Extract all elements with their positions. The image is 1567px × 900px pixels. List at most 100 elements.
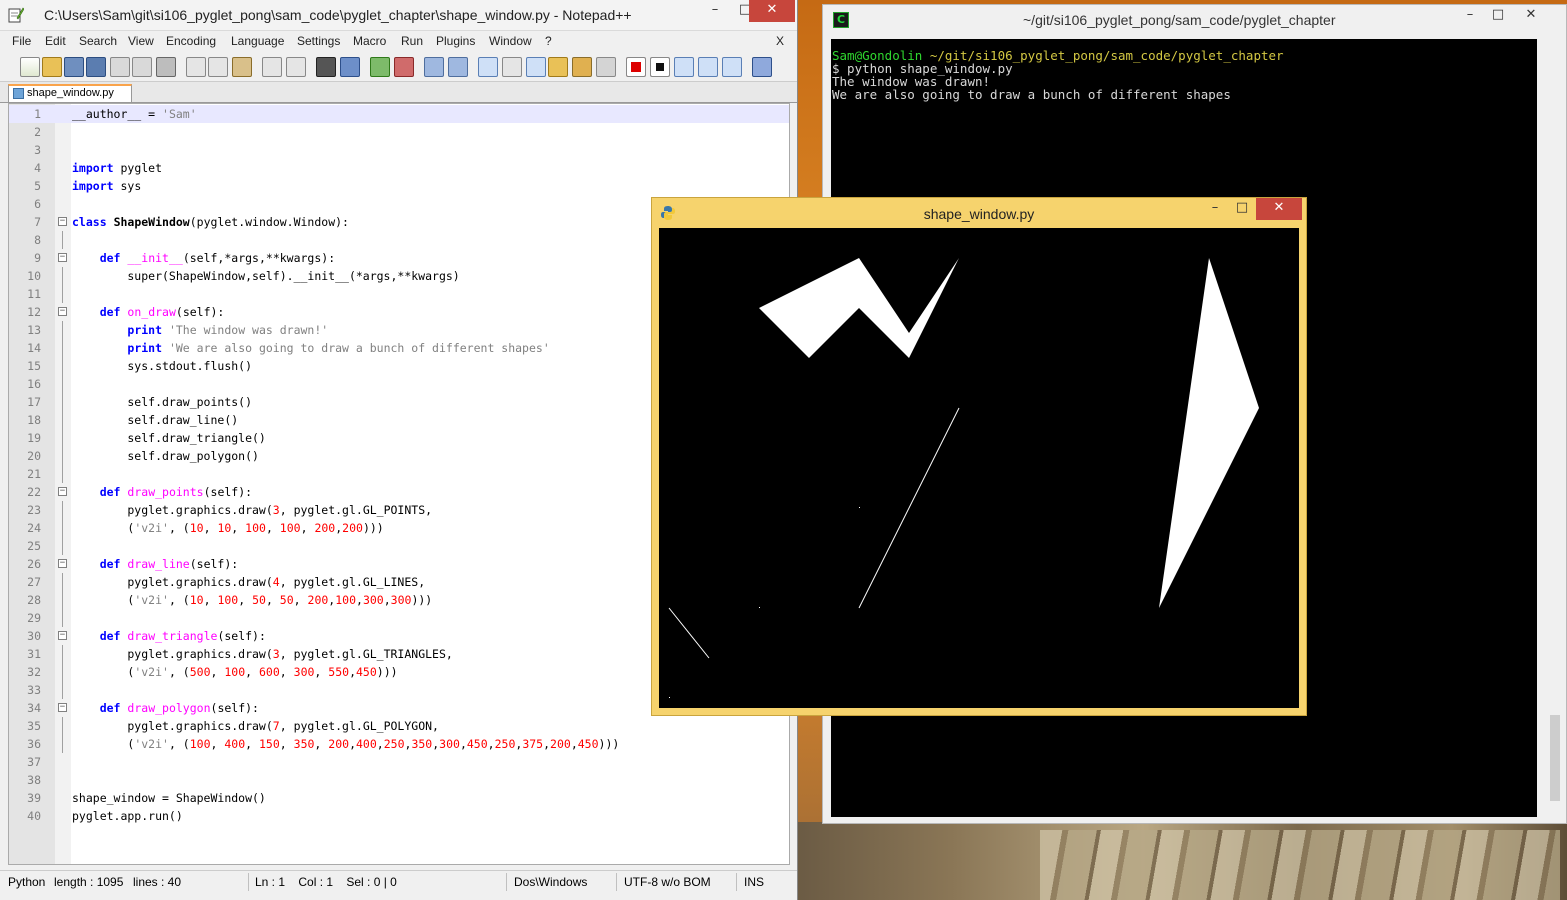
copy-icon[interactable]	[208, 57, 228, 77]
code-line[interactable]: 3	[9, 141, 789, 159]
open-file-icon[interactable]	[42, 57, 62, 77]
statusbar: Python length : 1095 lines : 40 Ln : 1 C…	[0, 870, 797, 895]
tab-shape-window[interactable]: shape_window.py	[8, 84, 132, 102]
code-line[interactable]: 2	[9, 123, 789, 141]
code-line[interactable]: 4 import pyglet	[9, 159, 789, 177]
pyglet-maximize-button[interactable]: □	[1227, 198, 1257, 220]
show-all-chars-icon[interactable]	[502, 57, 522, 77]
new-file-icon[interactable]	[20, 57, 40, 77]
code-text: self.draw_points()	[72, 395, 253, 409]
code-line[interactable]: 38	[9, 771, 789, 789]
menu-window[interactable]: Window	[489, 34, 532, 48]
code-line[interactable]: 40 pyglet.app.run()	[9, 807, 789, 825]
spell-check-icon[interactable]	[752, 57, 772, 77]
code-line[interactable]: 1 __author__ = 'Sam'	[9, 105, 789, 123]
notepad-titlebar[interactable]: C:\Users\Sam\git\si106_pyglet_pong\sam_c…	[0, 0, 797, 31]
doc-map-icon[interactable]	[572, 57, 592, 77]
code-text: self.draw_line()	[72, 413, 239, 427]
menu-encoding[interactable]: Encoding	[166, 34, 216, 48]
find-icon[interactable]	[316, 57, 336, 77]
fold-toggle-icon[interactable]: −	[58, 307, 67, 316]
sync-horizontal-icon[interactable]	[448, 57, 468, 77]
fold-toggle-icon[interactable]: −	[58, 253, 67, 262]
close-all-icon[interactable]	[132, 57, 152, 77]
menu-run[interactable]: Run	[401, 34, 423, 48]
save-macro-icon[interactable]	[722, 57, 742, 77]
fold-guide	[62, 267, 63, 285]
code-line[interactable]: 39 shape_window = ShapeWindow()	[9, 789, 789, 807]
print-icon[interactable]	[156, 57, 176, 77]
undo-icon[interactable]	[262, 57, 282, 77]
terminal-close-button[interactable]: ✕	[1511, 5, 1551, 27]
close-file-icon[interactable]	[110, 57, 130, 77]
fold-toggle-icon[interactable]: −	[58, 559, 67, 568]
save-icon[interactable]	[64, 57, 84, 77]
pyglet-close-button[interactable]: ✕	[1256, 198, 1302, 220]
menu-language[interactable]: Language	[231, 34, 284, 48]
menu-settings[interactable]: Settings	[297, 34, 340, 48]
terminal-scroll-thumb[interactable]	[1550, 715, 1560, 801]
fold-toggle-icon[interactable]: −	[58, 703, 67, 712]
fold-toggle-icon[interactable]: −	[58, 631, 67, 640]
line-number: 30	[27, 629, 41, 643]
code-line[interactable]: 36 ('v2i', (100, 400, 150, 350, 200,400,…	[9, 735, 789, 753]
fold-guide	[62, 429, 63, 447]
status-length: length : 1095	[54, 875, 124, 889]
close-button[interactable]: ✕	[749, 0, 795, 22]
fold-guide	[62, 519, 63, 537]
redo-icon[interactable]	[286, 57, 306, 77]
sync-vertical-icon[interactable]	[424, 57, 444, 77]
line-number: 6	[34, 197, 41, 211]
menu-file[interactable]: File	[12, 34, 31, 48]
play-multiple-icon[interactable]	[698, 57, 718, 77]
pyglet-minimize-button[interactable]: –	[1200, 198, 1230, 220]
line-number: 38	[27, 773, 41, 787]
pyglet-canvas[interactable]	[659, 228, 1299, 708]
terminal-minimize-button[interactable]: –	[1455, 5, 1485, 27]
code-line[interactable]: 5 import sys	[9, 177, 789, 195]
zoom-out-icon[interactable]	[394, 57, 414, 77]
word-wrap-icon[interactable]	[478, 57, 498, 77]
stop-macro-icon[interactable]	[650, 57, 670, 77]
code-text: pyglet.app.run()	[72, 809, 183, 823]
menu-view[interactable]: View	[128, 34, 154, 48]
menu-help[interactable]: ?	[545, 34, 552, 48]
terminal-app-icon: C	[833, 12, 849, 28]
line-number: 24	[27, 521, 41, 535]
line-number: 26	[27, 557, 41, 571]
status-separator	[736, 873, 737, 891]
play-macro-icon[interactable]	[674, 57, 694, 77]
code-text: __author__ = 'Sam'	[72, 107, 197, 121]
menu-edit[interactable]: Edit	[45, 34, 66, 48]
fold-toggle-icon[interactable]: −	[58, 487, 67, 496]
code-text: import sys	[72, 179, 142, 193]
indent-guide-icon[interactable]	[526, 57, 546, 77]
cut-icon[interactable]	[186, 57, 206, 77]
save-all-icon[interactable]	[86, 57, 106, 77]
replace-icon[interactable]	[340, 57, 360, 77]
terminal-maximize-button[interactable]: □	[1483, 5, 1513, 27]
code-line[interactable]: 35 pyglet.graphics.draw(7, pyglet.gl.GL_…	[9, 717, 789, 735]
line-number: 33	[27, 683, 41, 697]
fold-guide	[62, 357, 63, 375]
paste-icon[interactable]	[232, 57, 252, 77]
menu-plugins[interactable]: Plugins	[436, 34, 475, 48]
terminal-titlebar[interactable]: C ~/git/si106_pyglet_pong/sam_code/pygle…	[823, 5, 1566, 35]
fold-toggle-icon[interactable]: −	[58, 217, 67, 226]
zoom-in-icon[interactable]	[370, 57, 390, 77]
menu-search[interactable]: Search	[79, 34, 117, 48]
line-number: 3	[34, 143, 41, 157]
terminal-scrollbar[interactable]	[1548, 39, 1562, 817]
menu-macro[interactable]: Macro	[353, 34, 386, 48]
line-number: 12	[27, 305, 41, 319]
minimize-button[interactable]: –	[700, 0, 730, 22]
status-lines: lines : 40	[133, 875, 182, 889]
function-list-icon[interactable]	[596, 57, 616, 77]
user-lang-icon[interactable]	[548, 57, 568, 77]
record-macro-icon[interactable]	[626, 57, 646, 77]
fold-guide	[62, 447, 63, 465]
pyglet-titlebar[interactable]: shape_window.py – □ ✕	[652, 198, 1306, 228]
code-line[interactable]: 37	[9, 753, 789, 771]
menu-close-doc[interactable]: X	[776, 34, 784, 48]
code-text: def draw_points(self):	[99, 485, 253, 499]
